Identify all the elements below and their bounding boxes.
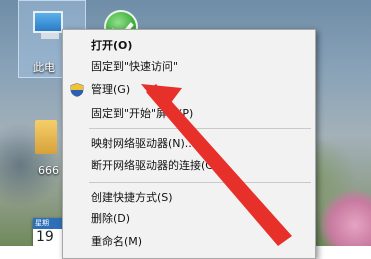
- menu-item-rename[interactable]: 重命名(M): [63, 232, 315, 252]
- menu-item-label: 管理(G): [91, 83, 131, 96]
- desktop-icon-folder-label: 666: [38, 164, 59, 177]
- menu-item-manage[interactable]: 管理(G): [63, 80, 315, 100]
- menu-item-label: 重命名(M): [91, 235, 143, 248]
- menu-separator: [89, 128, 311, 129]
- menu-item-create-shortcut[interactable]: 创建快捷方式(S): [63, 188, 315, 208]
- uac-shield-icon: [70, 83, 84, 97]
- menu-item-delete[interactable]: 删除(D): [63, 209, 315, 229]
- menu-item-label: 创建快捷方式(S): [91, 191, 173, 204]
- menu-item-pin-quick-access[interactable]: 固定到"快速访问": [63, 57, 315, 77]
- context-menu: 打开(O) 固定到"快速访问" 管理(G) 固定到"开始"屏幕(P) 映射网络驱…: [62, 29, 316, 259]
- menu-item-map-network-drive[interactable]: 映射网络驱动器(N)...: [63, 134, 315, 154]
- desktop-icon-label: 此电: [33, 61, 55, 74]
- menu-item-label: 打开(O): [91, 39, 133, 52]
- desktop-icon-folder[interactable]: [35, 120, 57, 154]
- menu-item-open[interactable]: 打开(O): [63, 36, 315, 56]
- menu-item-label: 固定到"开始"屏幕(P): [91, 107, 194, 120]
- menu-item-label: 映射网络驱动器(N)...: [91, 137, 196, 150]
- menu-item-label: 断开网络驱动器的连接(C)...: [91, 159, 228, 172]
- computer-stand: [41, 33, 59, 39]
- menu-item-label: 删除(D): [91, 212, 131, 225]
- menu-item-pin-start[interactable]: 固定到"开始"屏幕(P): [63, 104, 315, 124]
- menu-separator: [89, 182, 311, 183]
- menu-item-label: 固定到"快速访问": [91, 60, 179, 73]
- computer-icon: [33, 11, 63, 33]
- menu-item-disconnect-network-drive[interactable]: 断开网络驱动器的连接(C)...: [63, 156, 315, 176]
